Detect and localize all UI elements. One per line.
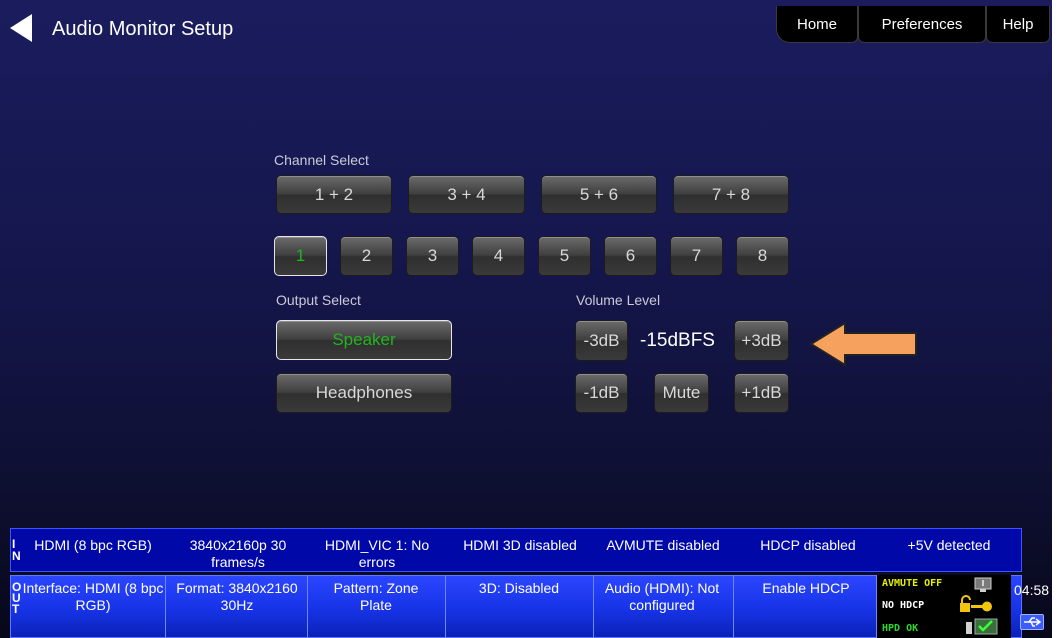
volume-plus-3db-button[interactable]: +3dB (734, 320, 789, 361)
volume-minus-1db-button[interactable]: -1dB (575, 373, 628, 413)
channel-6-button[interactable]: 6 (604, 236, 657, 276)
channel-pair-1-2-button[interactable]: 1 + 2 (276, 175, 392, 214)
monitor-icon (974, 577, 992, 592)
lock-key-icon (960, 595, 992, 612)
channel-3-button[interactable]: 3 (406, 236, 459, 276)
tab-preferences[interactable]: Preferences (858, 6, 986, 43)
tab-help[interactable]: Help (986, 6, 1050, 43)
hdcp-status: NO HDCP (882, 600, 925, 611)
headphones-button[interactable]: Headphones (276, 373, 452, 413)
orange-arrow-icon (809, 321, 917, 367)
in-5v: +5V detected (907, 537, 991, 553)
channel-pair-7-8-button[interactable]: 7 + 8 (673, 175, 789, 214)
enable-hdcp-button[interactable]: Enable HDCP (737, 580, 875, 597)
back-arrow-icon[interactable] (8, 13, 34, 43)
screen: Audio Monitor Setup Home Preferences Hel… (0, 0, 1052, 638)
in-vic: HDMI_VIC 1: No errors (324, 537, 430, 570)
in-label-n: N (12, 549, 21, 563)
input-status-bar: I N HDMI (8 bpc RGB) 3840x2160p 30 frame… (10, 528, 1022, 572)
in-interface: HDMI (8 bpc RGB) (34, 537, 152, 553)
check-icon (966, 618, 998, 635)
speaker-button[interactable]: Speaker (276, 320, 452, 360)
channel-2-button[interactable]: 2 (340, 236, 393, 276)
in-3d: HDMI 3D disabled (463, 537, 577, 553)
channel-1-button[interactable]: 1 (274, 236, 327, 276)
channel-4-button[interactable]: 4 (472, 236, 525, 276)
volume-level-label: Volume Level (576, 292, 661, 308)
avmute-status: AVMUTE OFF (882, 578, 943, 589)
channel-pair-5-6-button[interactable]: 5 + 6 (541, 175, 657, 214)
hpd-status: HPD OK (882, 623, 919, 634)
page-title: Audio Monitor Setup (52, 18, 234, 40)
channel-8-button[interactable]: 8 (736, 236, 789, 276)
channel-7-button[interactable]: 7 (670, 236, 723, 276)
channel-pair-3-4-button[interactable]: 3 + 4 (408, 175, 525, 214)
output-status-bar: O U T Interface: HDMI (8 bpc RGB) Format… (10, 575, 1022, 638)
out-audio-button[interactable]: Audio (HDMI): Not configured (595, 580, 729, 614)
volume-plus-1db-button[interactable]: +1dB (734, 373, 789, 413)
in-hdcp: HDCP disabled (760, 537, 856, 553)
out-interface-button[interactable]: Interface: HDMI (8 bpc RGB) (22, 580, 164, 614)
usb-icon[interactable] (1020, 614, 1044, 630)
out-format-button[interactable]: Format: 3840x2160 30Hz (171, 580, 303, 614)
out-pattern-button[interactable]: Pattern: Zone Plate (321, 580, 431, 614)
channel-5-button[interactable]: 5 (538, 236, 591, 276)
in-format: 3840x2160p 30 frames/s (189, 537, 287, 570)
out-label-t: T (12, 602, 20, 616)
volume-value: -15dBFS (640, 330, 715, 351)
mute-button[interactable]: Mute (654, 373, 709, 413)
in-avmute: AVMUTE disabled (606, 537, 720, 553)
hdcp-status-panel: AVMUTE OFF NO HDCP HPD OK (876, 575, 1011, 638)
output-select-label: Output Select (276, 292, 361, 308)
header-bar: Audio Monitor Setup Home Preferences Hel… (0, 0, 1052, 62)
channel-select-label: Channel Select (274, 152, 369, 168)
clock: 04:58 (1014, 582, 1050, 598)
out-3d-button[interactable]: 3D: Disabled (449, 580, 589, 597)
tab-home[interactable]: Home (776, 6, 858, 43)
volume-minus-3db-button[interactable]: -3dB (575, 320, 628, 361)
